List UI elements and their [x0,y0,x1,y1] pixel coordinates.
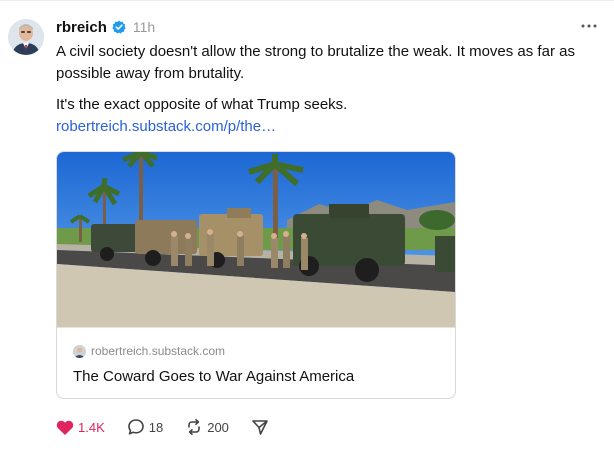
avatar[interactable] [8,19,44,55]
post-link[interactable]: robertreich.substack.com/p/the… [56,116,596,138]
link-preview-domain: robertreich.substack.com [73,343,455,359]
repost-button[interactable]: 200 [185,418,229,436]
post-paragraph: It's the exact opposite of what Trump se… [56,94,596,138]
like-button[interactable]: 1.4K [56,419,105,436]
like-count: 1.4K [78,419,105,435]
post-paragraph: A civil society doesn't allow the strong… [56,43,575,82]
post-timestamp[interactable]: 11h [133,19,155,35]
share-button[interactable] [251,418,273,436]
heart-icon [56,420,74,435]
verified-badge-icon [112,20,126,34]
repost-icon [188,419,201,435]
repost-count: 200 [207,419,229,435]
link-preview-meta: robertreich.substack.com The Coward Goes… [57,327,455,385]
link-preview-card[interactable]: robertreich.substack.com The Coward Goes… [56,151,456,399]
post-paragraph-text: It's the exact opposite of what Trump se… [56,96,348,113]
reply-count: 18 [148,419,164,435]
site-favicon-icon [73,344,86,358]
comment-bubble-icon [127,419,144,435]
share-send-icon [252,420,268,435]
post-actions: 1.4K 18 200 [56,417,295,437]
more-options-icon[interactable] [578,16,600,36]
avatar-image [8,19,44,55]
link-preview-domain-text: robertreich.substack.com [91,344,226,358]
link-preview-image [57,152,455,327]
post: rbreich 11h A civil society doesn't allo… [0,0,614,451]
reply-button[interactable]: 18 [127,418,163,436]
author-username[interactable]: rbreich [56,19,107,36]
link-preview-title: The Coward Goes to War Against America [73,368,355,385]
post-body: A civil society doesn't allow the strong… [56,41,596,138]
post-header: rbreich 11h [56,17,155,37]
